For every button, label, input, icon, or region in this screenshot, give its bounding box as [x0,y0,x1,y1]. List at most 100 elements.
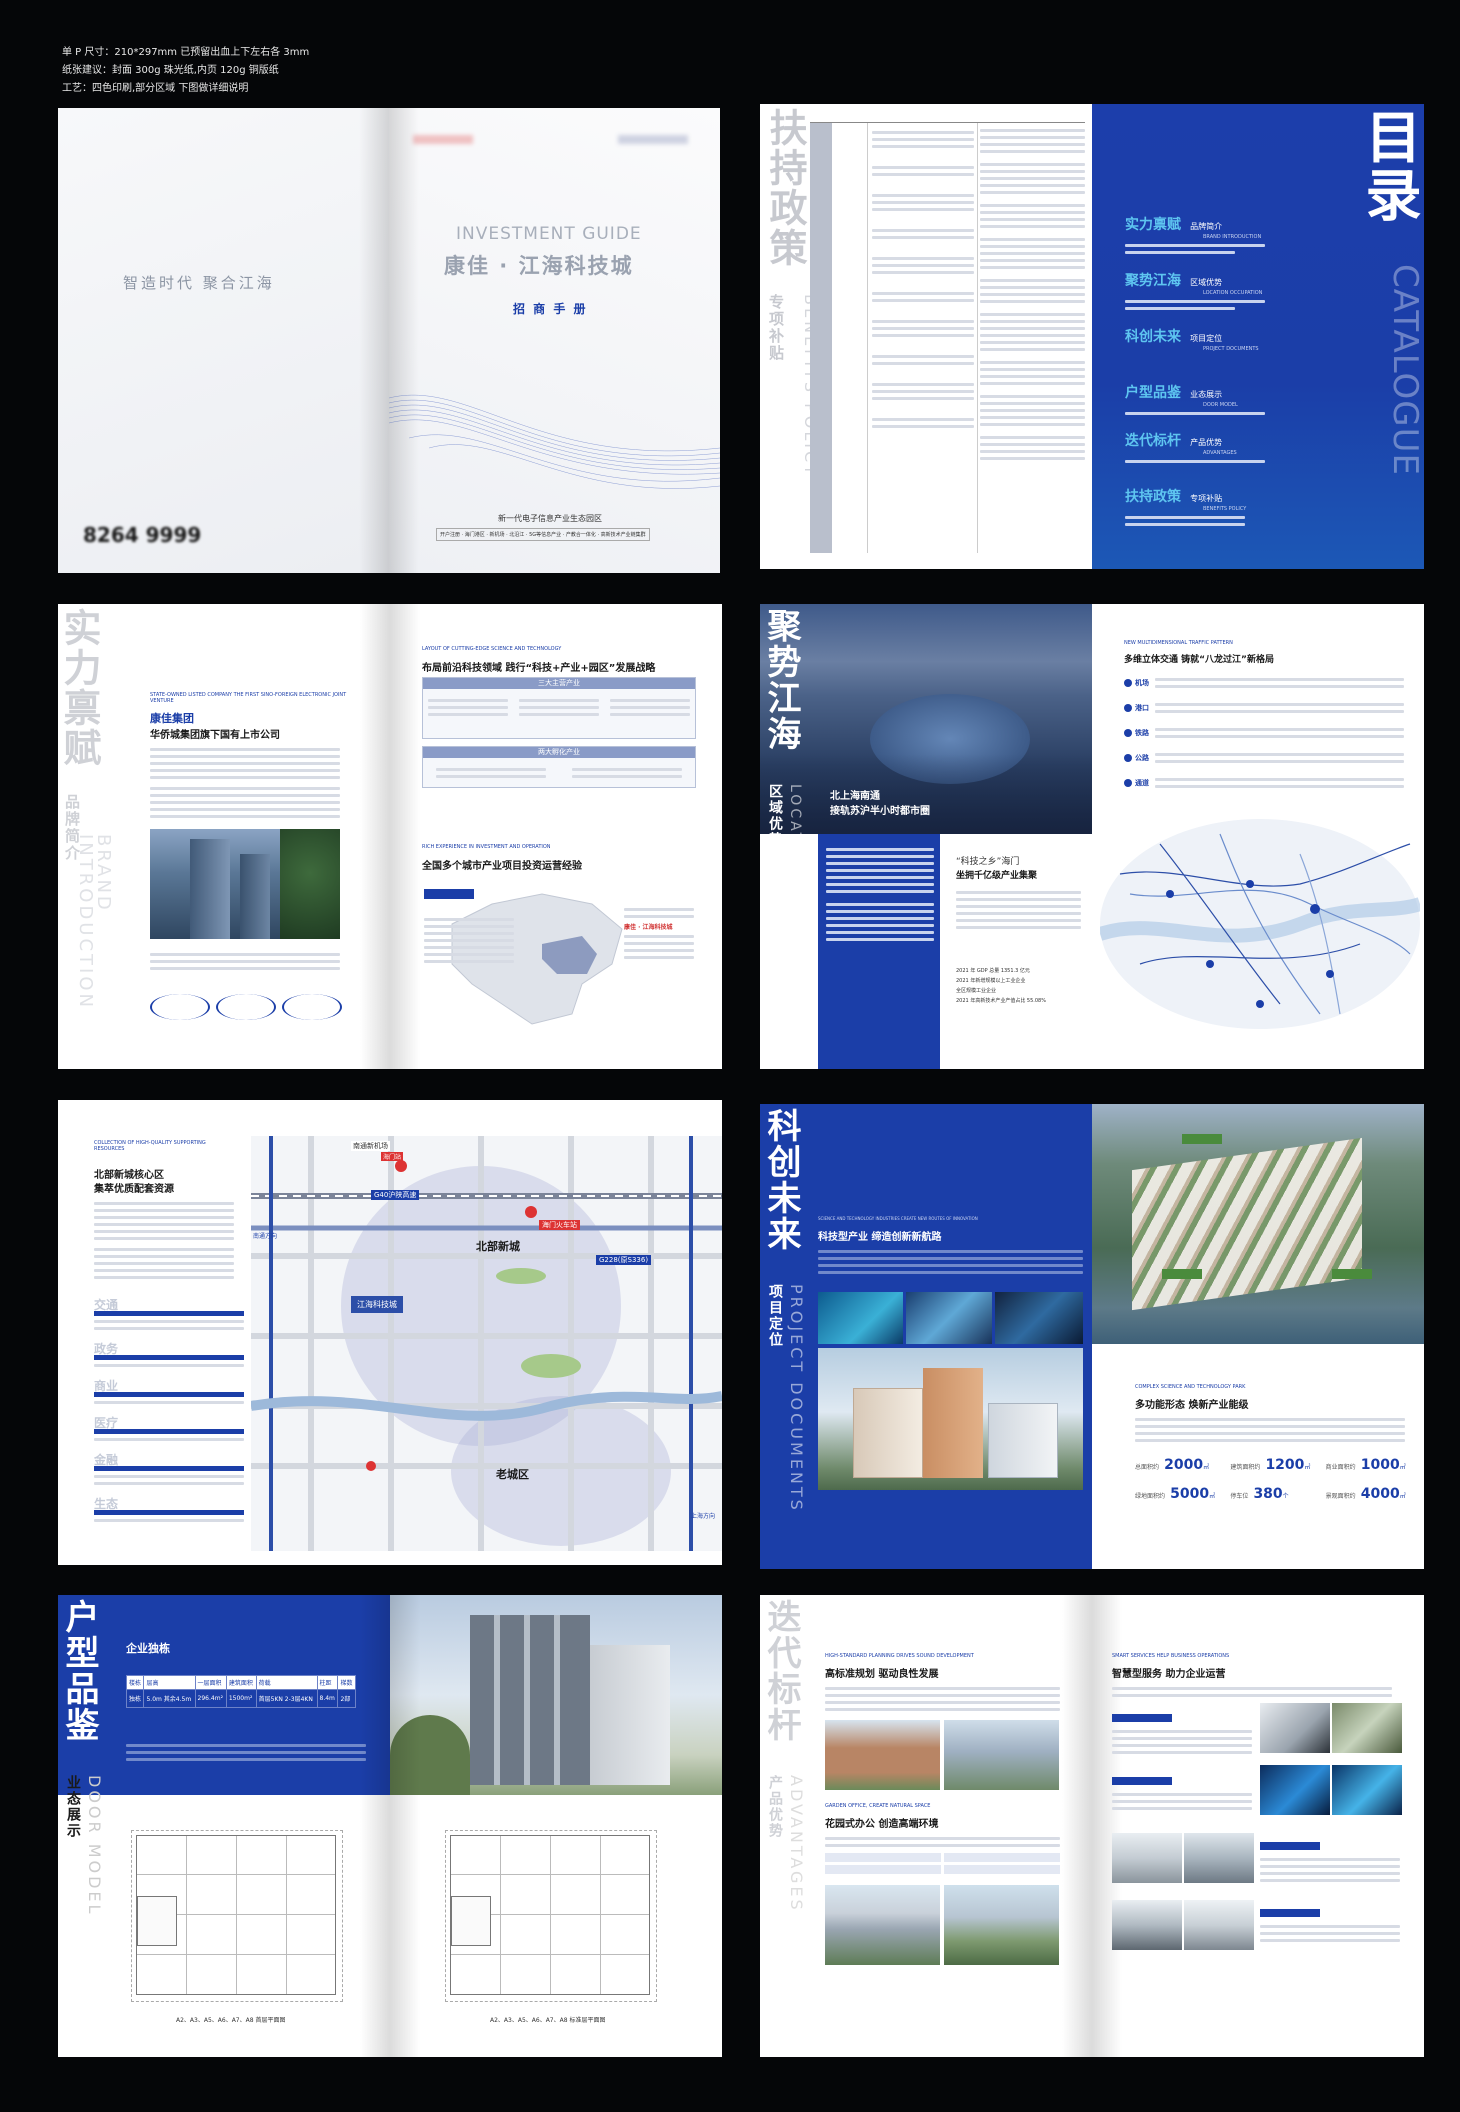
location-vertical-title: 聚势江海 [761,608,801,752]
location-stat: 2021 年 GDP 总量 1351.3 亿元 [956,968,1030,974]
brand-label-en: STATE-OWNED LISTED COMPANY THE FIRST SIN… [150,692,347,704]
map-label-old: 老城区 [496,1468,529,1481]
park-stats: 总面积约 2000㎡ 建筑面积约 1200㎡ 商业面积约 1000㎡ 绿地面积约… [1135,1454,1415,1502]
resource-cat: 金融 [94,1454,244,1471]
resource-cat: 商业 [94,1380,244,1397]
models-vertical-en: DOOR MODEL [85,1775,104,1917]
adv-photo-3 [825,1885,940,1965]
catalogue-spread: 扶持政策 专项补贴 BENEFITS POLICY [760,104,1424,569]
map-label-airport: 南通新机场 [351,1141,390,1151]
channel-icon [1124,779,1132,787]
resource-cat: 政务 [94,1343,244,1360]
park-stat: 总面积约 2000㎡ [1135,1457,1210,1473]
city-aerial-photo [760,604,1092,834]
brand-award-3 [282,994,342,1020]
traffic-label-en: NEW MULTIDIMENSIONAL TRAFFIC PATTERN [1124,640,1233,646]
tech-photo-1 [818,1292,903,1344]
spec-size: 单 P 尺寸：210*297mm 已预留出血上下左右各 3mm [62,47,310,58]
cover-footer: 开户注册 · 海门港区 · 新机场 · 北沿江 · 5G等信息产业 · 产教合一… [436,528,650,541]
floor-plan-left-caption: A2、A3、A5、A6、A7、A8 首层平面图 [176,2017,286,2024]
models-table: 楼栋 层高 一层面积 建筑面积 荷载 柱距 梯数 独栋 5.0m 其余4.5m … [125,1675,356,1708]
building-render-photo [390,1595,722,1795]
park-stat: 商业面积约 1000㎡ [1325,1457,1406,1473]
adv-vertical-en: ADVANTAGES [787,1775,806,1913]
catalogue-title-en: CATALOGUE [1385,264,1424,476]
project-title: 科技型产业 缔造创新新航路 [818,1232,942,1243]
resources-spread: COLLECTION OF HIGH-QUALITY SUPPORTING RE… [58,1100,722,1565]
brand-building-photo [150,829,340,939]
catalogue-item[interactable]: 科创未来 项目定位 PROJECT DOCUMENTS [1125,326,1345,382]
service-photo-2 [1332,1703,1402,1753]
road-icon [1124,754,1132,762]
park-title: 多功能形态 焕新产业能级 [1135,1400,1249,1411]
catalogue-item[interactable]: 迭代标杆 产品优势 ADVANTAGES [1125,430,1345,486]
location-caption-1: 北上海南通 [830,791,880,802]
brand-spread: 实力禀赋 品牌简介 BRAND INTRODUCTION STATE-OWNED… [58,604,722,1069]
strategy-box-1: 三大主营产业 [422,677,696,739]
map-label-project: 江海科技城 [351,1296,403,1313]
location-vertical-sub: 区域优势 [767,784,783,848]
port-icon [1124,704,1132,712]
map-label-station: 海门站 [381,1152,404,1161]
floor-plan-left [131,1830,343,2002]
map-label-g228: G228(原S336) [596,1255,652,1265]
map-label-g40: G40沪陕高速 [371,1190,420,1200]
project-vertical-sub: 项目定位 [767,1284,783,1348]
cover-title-en: INVESTMENT GUIDE [456,224,642,244]
adv-s1-en: HIGH-STANDARD PLANNING DRIVES SOUND DEVE… [825,1653,974,1659]
map-label-nantong: 南通方向 [253,1233,278,1240]
resources-label-en: COLLECTION OF HIGH-QUALITY SUPPORTING RE… [94,1140,206,1152]
project-vertical-en: PROJECT DOCUMENTS [787,1284,806,1513]
park-aerial-photo [1092,1104,1424,1344]
cover-park-line: 新一代电子信息产业生态园区 [498,514,602,523]
brand-highlight: 康佳 · 江海科技城 [624,924,673,931]
brand-award-2 [216,994,276,1020]
resources-title-1: 北部新城核心区 [94,1170,164,1181]
cover-slogan: 智造时代 聚合江海 [123,274,275,292]
resource-cat: 生态 [94,1498,244,1515]
cover-logo-placeholder [413,135,473,144]
brand-award-1 [150,994,210,1020]
mode-label: 机场 [1135,679,1149,687]
map-label-hs: 海门火车站 [539,1220,580,1230]
floor-plan-right-caption: A2、A3、A5、A6、A7、A8 标准层平面图 [490,2017,606,2024]
cover-title-cn: 康佳 · 江海科技城 [444,254,634,278]
models-title: 企业独栋 [126,1642,170,1655]
project-vertical-title: 科创未来 [761,1108,801,1252]
park-stat: 景观面积约 4000㎡ [1325,1486,1406,1502]
park-stat: 绿地面积约 5000㎡ [1135,1486,1216,1502]
experience-title: 全国多个城市产业项目投资运营经验 [422,861,582,872]
cover-logo-right [618,135,688,144]
adv-vertical-title: 迭代标杆 [761,1599,801,1743]
brand-company-sub: 华侨城集团旗下国有上市公司 [150,730,280,741]
catalogue-item[interactable]: 聚势江海 区域优势 LOCATION OCCUPATION [1125,270,1345,326]
resources-title-2: 集萃优质配套资源 [94,1184,174,1195]
catalogue-item[interactable]: 户型品鉴 业态展示 DOOR MODEL [1125,382,1345,430]
service-photo-7 [1112,1900,1182,1950]
cover-subtitle: 招 商 手 册 [513,302,588,316]
brand-company: 康佳集团 [150,712,194,725]
catalogue-item[interactable]: 扶持政策 专项补贴 BENEFITS POLICY [1125,486,1345,542]
cover-spread: 智造时代 聚合江海 INVESTMENT GUIDE 康佳 · 江海科技城 招 … [58,108,720,573]
brand-vertical-title: 实力禀赋 [58,608,101,768]
service-photo-6 [1184,1833,1254,1883]
service-photo-1 [1260,1703,1330,1753]
brand-vertical-en: BRAND INTRODUCTION [75,834,114,1010]
project-label-en: SCIENCE AND TECHNOLOGY INDUSTRIES CREATE… [818,1216,978,1221]
office-building-photo [818,1348,1083,1490]
location-stat: 2021 年高新技术产业产值占比 55.08% [956,998,1046,1004]
experience-label-en: RICH EXPERIENCE IN INVESTMENT AND OPERAT… [422,844,551,850]
spec-craft: 工艺：四色印刷,部分区域 下图做详细说明 [62,83,249,94]
advantages-spread: 迭代标杆 产品优势 ADVANTAGES HIGH-STANDARD PLANN… [760,1595,1424,2057]
policy-vertical-title: 扶持政策 [763,108,807,268]
tech-photo-2 [906,1292,992,1344]
location-vertical-en: LOCATION OCCUPATION [787,784,803,1008]
location-caption-2: 接轨苏沪半小时都市圈 [830,806,930,817]
catalogue-item[interactable]: 实力禀赋 品牌简介 BRAND INTRODUCTION [1125,214,1345,270]
park-stat: 停车位 380个 [1230,1486,1289,1502]
models-spread: 户型品鉴 业态展示 DOOR MODEL 企业独栋 楼栋 层高 一层面积 建筑面… [58,1595,722,2057]
adv-vertical-sub: 产品优势 [767,1775,783,1839]
resource-cat: 交通 [94,1299,244,1316]
tech-photo-3 [995,1292,1083,1344]
park-stat: 建筑面积约 1200㎡ [1230,1457,1311,1473]
